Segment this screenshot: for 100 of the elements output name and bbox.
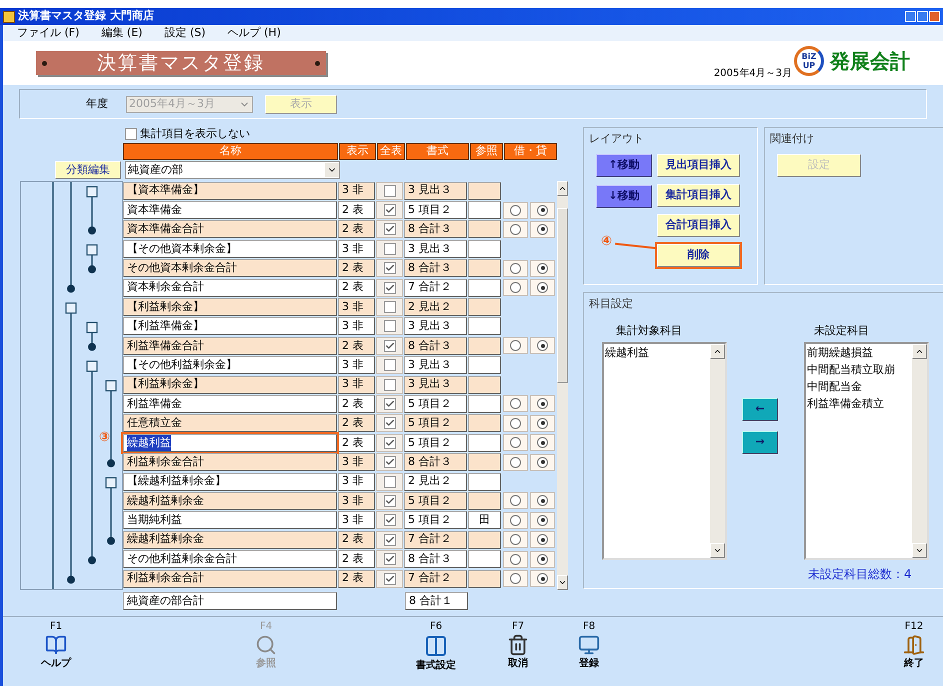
checkbox[interactable] [384, 534, 396, 546]
reference-cell[interactable] [468, 317, 501, 336]
radio-button[interactable] [510, 573, 521, 584]
format-cell[interactable]: 5 項目２ [404, 434, 467, 452]
move-button[interactable]: ↑移動 [596, 154, 652, 176]
radio-button[interactable] [510, 398, 521, 410]
radio-button[interactable] [537, 573, 548, 584]
checkbox[interactable] [384, 184, 396, 197]
display-cell[interactable]: 3 非 [338, 356, 375, 374]
format-cell[interactable]: 8 合計３ [404, 453, 467, 472]
radio-button[interactable] [537, 262, 548, 274]
reference-cell[interactable] [468, 530, 501, 549]
checkbox[interactable] [384, 223, 396, 236]
action-button[interactable]: 集計項目挿入 [657, 184, 740, 206]
reference-cell[interactable] [468, 453, 501, 472]
list-box[interactable]: 繰越利益 [602, 342, 727, 560]
radio-button[interactable] [510, 282, 521, 294]
checkbox[interactable] [384, 553, 396, 566]
action-button[interactable]: 合計項目挿入 [657, 214, 740, 236]
reference-cell[interactable] [468, 472, 501, 491]
list-item[interactable]: 前期繰越損益 [806, 344, 912, 361]
radio-button[interactable] [510, 495, 521, 506]
move-right-button[interactable]: → [742, 430, 778, 454]
scroll-down-icon[interactable] [710, 543, 725, 558]
display-cell[interactable]: 2 表 [338, 394, 375, 413]
function-key-button[interactable]: F12 終了 [891, 619, 937, 671]
reference-cell[interactable] [468, 201, 501, 220]
format-cell[interactable]: 5 項目２ [404, 394, 467, 413]
reference-cell[interactable] [468, 550, 501, 568]
radio-button[interactable] [537, 282, 548, 294]
name-field[interactable]: 利益準備金合計 [123, 336, 337, 355]
radio-button[interactable] [510, 534, 521, 546]
display-cell[interactable]: 2 表 [338, 201, 375, 220]
reference-cell[interactable] [468, 182, 501, 200]
function-key-button[interactable]: F7 取消 [495, 619, 541, 671]
function-key-button[interactable]: F1 ヘルプ [33, 619, 79, 671]
radio-button[interactable] [537, 437, 548, 448]
name-field[interactable]: 利益準備金 [123, 394, 337, 413]
radio-button[interactable] [537, 534, 548, 546]
format-cell[interactable]: 8 合計３ [404, 550, 467, 568]
name-field[interactable]: 利益剰余金合計 [123, 453, 337, 472]
reference-cell[interactable] [468, 394, 501, 413]
format-cell[interactable]: 5 項目２ [404, 414, 467, 432]
name-field[interactable]: 【その他利益剰余金】 [123, 356, 337, 374]
checkbox[interactable] [384, 456, 396, 468]
checkbox[interactable] [384, 436, 396, 449]
radio-button[interactable] [510, 204, 521, 216]
scroll-up-icon[interactable] [557, 181, 568, 196]
radio-button[interactable] [537, 456, 548, 468]
display-cell[interactable]: 2 表 [338, 278, 375, 297]
name-field[interactable]: 【その他資本剰余金】 [123, 240, 337, 258]
checkbox[interactable] [384, 301, 396, 314]
display-cell[interactable]: 2 表 [338, 530, 375, 549]
radio-button[interactable] [510, 514, 521, 526]
name-field[interactable]: 【利益準備金】 [123, 317, 337, 336]
display-cell[interactable]: 3 非 [338, 298, 375, 316]
name-field[interactable]: 利益剰余金合計 [123, 570, 337, 588]
radio-button[interactable] [537, 495, 548, 506]
checkbox[interactable] [384, 514, 396, 526]
checkbox[interactable] [384, 340, 396, 352]
checkbox[interactable] [384, 417, 396, 430]
scroll-up-icon[interactable] [710, 344, 725, 359]
function-key-button[interactable]: F8 登録 [566, 619, 612, 671]
move-left-button[interactable]: ← [742, 398, 778, 420]
radio-button[interactable] [537, 340, 548, 352]
name-field[interactable]: 資本準備金合計 [123, 220, 337, 238]
display-cell[interactable]: 3 非 [338, 182, 375, 200]
checkbox[interactable] [384, 476, 396, 488]
minimize-icon[interactable] [905, 11, 916, 22]
radio-button[interactable] [510, 437, 521, 448]
name-field[interactable]: 任意積立金 [123, 414, 337, 432]
category-select[interactable]: 純資産の部 [125, 161, 340, 179]
format-cell[interactable]: 2 見出２ [404, 472, 467, 491]
radio-button[interactable] [510, 340, 521, 352]
name-field[interactable]: 資本準備金 [123, 201, 337, 220]
scrollbar[interactable] [557, 181, 568, 590]
display-cell[interactable]: 3 非 [338, 472, 375, 491]
format-cell[interactable]: 7 合計２ [404, 278, 467, 297]
display-cell[interactable]: 2 表 [338, 259, 375, 278]
menu-item[interactable]: ヘルプ (H) [228, 24, 281, 42]
radio-button[interactable] [510, 262, 521, 274]
list-item[interactable]: 中間配当金 [806, 378, 912, 395]
reference-cell[interactable] [468, 259, 501, 278]
format-cell[interactable]: 8 合計１ [405, 592, 468, 610]
checkbox[interactable] [384, 398, 396, 410]
scroll-down-icon[interactable] [557, 575, 568, 590]
checkbox[interactable] [384, 262, 396, 274]
display-cell[interactable]: 2 表 [338, 220, 375, 238]
name-field[interactable]: 繰越利益 [123, 434, 337, 452]
display-cell[interactable]: 2 表 [338, 336, 375, 355]
scroll-down-icon[interactable] [912, 543, 927, 558]
name-field[interactable]: その他資本剰余金合計 [123, 259, 337, 278]
radio-button[interactable] [537, 224, 548, 235]
radio-button[interactable] [510, 224, 521, 235]
display-cell[interactable]: 3 非 [338, 453, 375, 472]
reference-cell[interactable] [468, 356, 501, 374]
radio-button[interactable] [510, 554, 521, 565]
format-cell[interactable]: 7 合計２ [404, 570, 467, 588]
display-cell[interactable]: 3 非 [338, 492, 375, 510]
display-cell[interactable]: 3 非 [338, 511, 375, 530]
